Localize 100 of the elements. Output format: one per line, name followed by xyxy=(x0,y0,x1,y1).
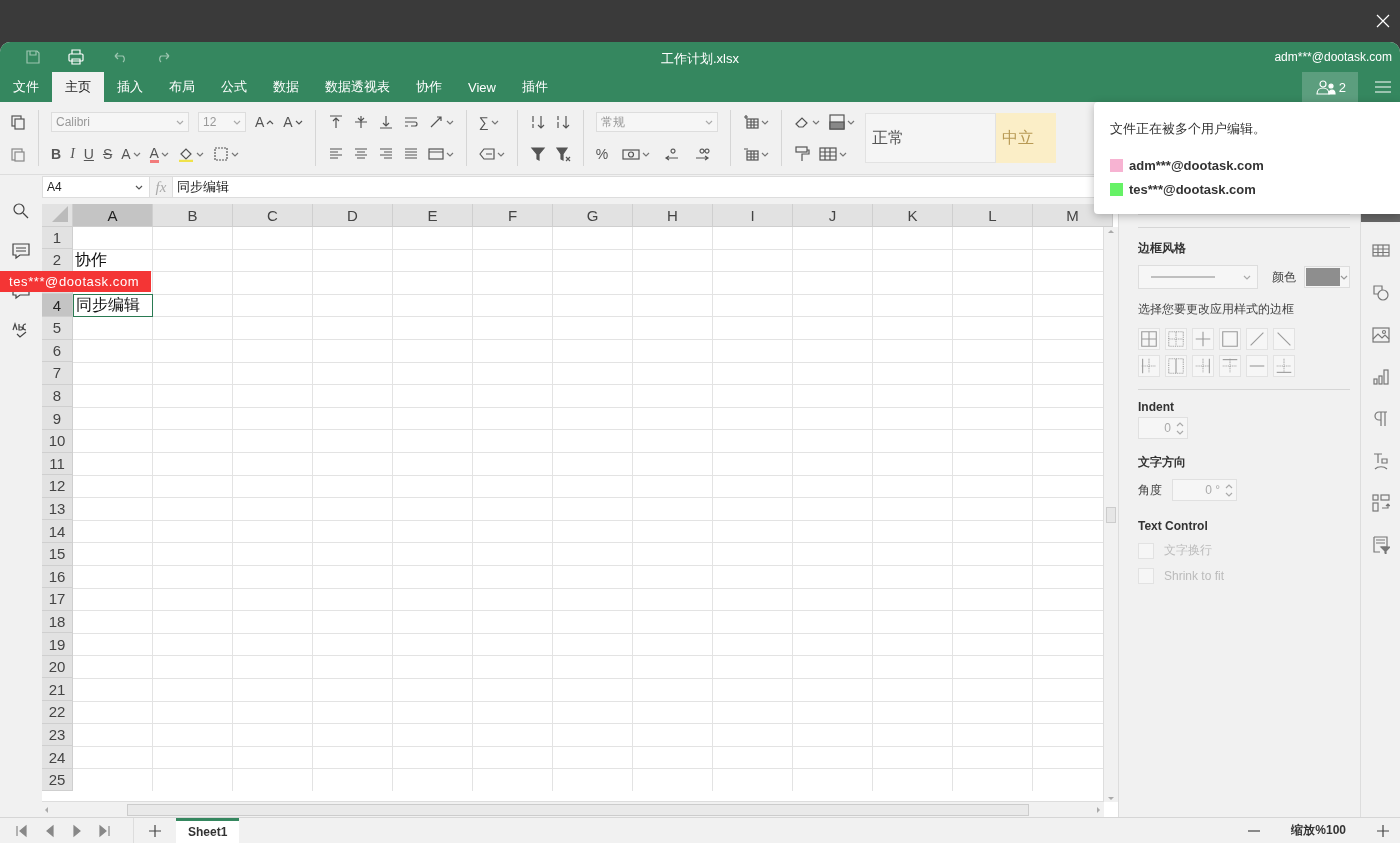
form-filter-icon[interactable] xyxy=(1371,536,1390,554)
underline-button[interactable]: U xyxy=(83,146,94,162)
border-option-icon[interactable] xyxy=(1246,328,1268,350)
color-picker[interactable] xyxy=(1304,266,1350,288)
border-option-icon[interactable] xyxy=(1219,328,1241,350)
row-header[interactable]: 18 xyxy=(42,610,73,634)
strikethrough-button[interactable]: S xyxy=(102,146,113,162)
menu-tab[interactable]: View xyxy=(455,72,509,102)
menu-icon[interactable] xyxy=(1374,79,1392,95)
menu-tab[interactable]: 数据 xyxy=(260,72,312,102)
menu-tab[interactable]: 文件 xyxy=(0,72,52,102)
cell-style-icon[interactable] xyxy=(828,114,845,130)
scroll-up-icon[interactable] xyxy=(1106,227,1116,235)
row-header[interactable]: 2 xyxy=(42,249,73,272)
column-header[interactable]: K xyxy=(873,204,953,227)
column-header[interactable]: M xyxy=(1033,204,1113,227)
row-header[interactable]: 14 xyxy=(42,520,73,543)
chart-icon[interactable] xyxy=(1371,368,1390,386)
sheet-tab[interactable]: Sheet1 xyxy=(176,818,240,843)
copy-icon[interactable] xyxy=(10,114,26,130)
sort-ascending-icon[interactable] xyxy=(529,114,546,130)
caret-icon[interactable] xyxy=(811,118,820,126)
next-sheet-icon[interactable] xyxy=(71,823,83,838)
column-header[interactable]: A xyxy=(73,204,153,227)
row-header[interactable]: 4 xyxy=(42,294,73,317)
column-header[interactable]: E xyxy=(393,204,473,227)
last-sheet-icon[interactable] xyxy=(99,823,111,838)
row-header[interactable]: 16 xyxy=(42,565,73,589)
column-header[interactable]: H xyxy=(633,204,713,227)
text-art-icon[interactable] xyxy=(1371,452,1390,470)
menu-tab[interactable]: 布局 xyxy=(156,72,208,102)
row-header[interactable]: 17 xyxy=(42,588,73,611)
row-header[interactable]: 22 xyxy=(42,701,73,724)
row-header[interactable]: 15 xyxy=(42,542,73,566)
column-header[interactable]: J xyxy=(793,204,873,227)
search-icon[interactable] xyxy=(12,202,30,220)
row-header[interactable]: 7 xyxy=(42,362,73,385)
percent-button[interactable]: % xyxy=(595,146,609,162)
row-header[interactable]: 20 xyxy=(42,655,73,679)
spin-arrows-icon[interactable] xyxy=(1225,483,1233,497)
column-header[interactable]: C xyxy=(233,204,313,227)
caret-up-icon[interactable] xyxy=(266,118,275,126)
align-right-icon[interactable] xyxy=(377,146,394,162)
scrollbar-thumb[interactable] xyxy=(1106,506,1116,523)
zoom-in-icon[interactable] xyxy=(1376,823,1390,838)
scroll-down-icon[interactable] xyxy=(1106,794,1116,802)
increase-decimal-icon[interactable] xyxy=(694,146,711,162)
caret-icon[interactable] xyxy=(132,150,141,158)
caret-icon[interactable] xyxy=(135,183,143,191)
align-left-icon[interactable] xyxy=(327,146,344,162)
cell-reference-field[interactable]: A4 xyxy=(42,176,150,198)
caret-icon[interactable] xyxy=(760,150,769,158)
border-option-icon[interactable] xyxy=(1273,355,1295,377)
table-settings-icon[interactable] xyxy=(1371,242,1390,260)
decrease-decimal-icon[interactable] xyxy=(664,146,681,162)
spin-arrows-icon[interactable] xyxy=(1176,421,1184,435)
border-option-icon[interactable] xyxy=(1138,355,1160,377)
currency-icon[interactable] xyxy=(622,146,641,162)
print-icon[interactable] xyxy=(67,48,85,66)
caret-icon[interactable] xyxy=(160,150,169,158)
filter-icon[interactable] xyxy=(529,146,546,162)
border-option-icon[interactable] xyxy=(1138,328,1160,350)
border-option-icon[interactable] xyxy=(1192,355,1214,377)
menu-tab[interactable]: 插件 xyxy=(508,72,561,102)
border-option-icon[interactable] xyxy=(1219,355,1241,377)
caret-icon[interactable] xyxy=(846,118,855,126)
sort-descending-icon[interactable] xyxy=(554,114,571,130)
italic-button[interactable]: I xyxy=(70,146,75,162)
menu-tab[interactable]: 协作 xyxy=(403,72,455,102)
tag-icon[interactable] xyxy=(478,146,495,162)
caret-icon[interactable] xyxy=(445,118,454,126)
row-header[interactable]: 1 xyxy=(42,226,73,250)
border-option-icon[interactable] xyxy=(1165,328,1187,350)
caret-icon[interactable] xyxy=(490,118,499,126)
row-header[interactable]: 13 xyxy=(42,497,73,521)
delete-cells-icon[interactable] xyxy=(742,146,759,162)
wrap-text-icon[interactable] xyxy=(402,114,419,130)
subscript-button[interactable]: A xyxy=(121,146,131,162)
image-icon[interactable] xyxy=(1371,326,1390,344)
table-icon[interactable] xyxy=(818,146,837,162)
caret-icon[interactable] xyxy=(642,150,651,158)
column-header[interactable]: F xyxy=(473,204,553,227)
caret-icon[interactable] xyxy=(838,150,847,158)
align-middle-icon[interactable] xyxy=(352,114,369,130)
row-header[interactable]: 24 xyxy=(42,746,73,769)
caret-icon[interactable] xyxy=(760,118,769,126)
border-option-icon[interactable] xyxy=(1246,355,1268,377)
row-header[interactable]: 11 xyxy=(42,452,73,476)
align-center-icon[interactable] xyxy=(352,146,369,162)
fill-bucket-icon[interactable] xyxy=(177,146,194,162)
column-header[interactable]: G xyxy=(553,204,633,227)
column-header[interactable]: B xyxy=(153,204,233,227)
menu-tab[interactable]: 插入 xyxy=(104,72,156,102)
shape-icon[interactable] xyxy=(1371,284,1390,302)
border-option-icon[interactable] xyxy=(1165,355,1187,377)
column-header[interactable]: L xyxy=(953,204,1033,227)
close-icon[interactable] xyxy=(1374,12,1392,30)
row-header[interactable]: 19 xyxy=(42,633,73,656)
scrollbar-thumb[interactable] xyxy=(127,803,1029,816)
caret-icon[interactable] xyxy=(230,150,239,158)
